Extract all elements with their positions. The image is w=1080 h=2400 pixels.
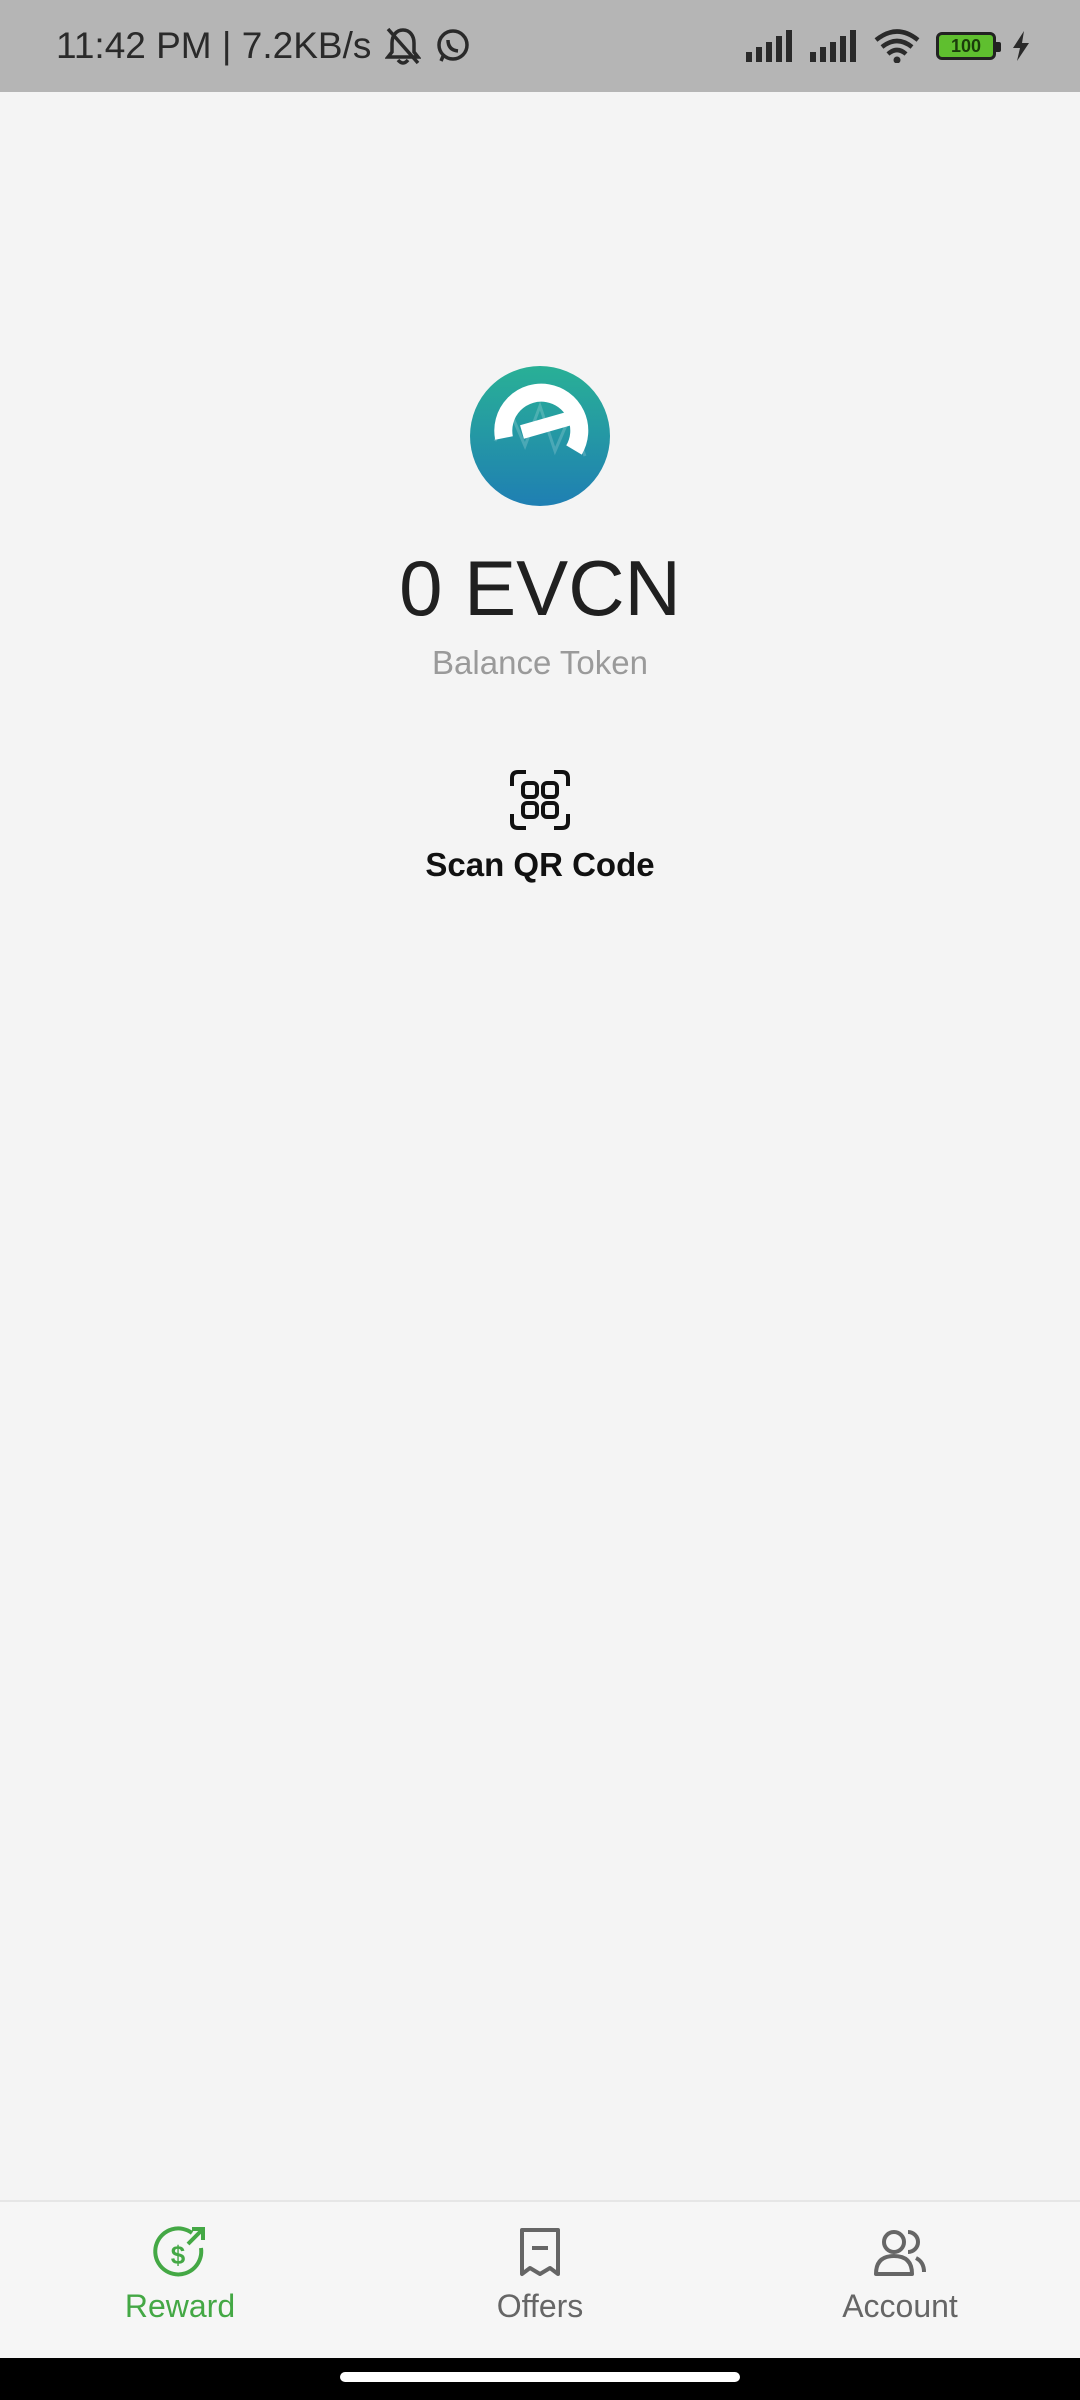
scan-qr-label: Scan QR Code [425,846,655,883]
qr-scan-icon [510,770,570,830]
home-handle[interactable] [340,2372,740,2382]
nav-label-offers: Offers [496,2288,584,2324]
status-time-speed: 11:42 PM | 7.2KB/s [56,25,372,66]
status-right: 100 [746,0,1030,92]
receipt-icon [520,2228,560,2276]
signal-icon [746,30,792,62]
users-icon [874,2230,926,2276]
battery-level: 100 [950,35,982,56]
gesture-bar [0,2358,1080,2400]
bottom-nav: $ Reward Offers Account [0,2200,1080,2360]
main-content: 0 EVCN Balance Token Scan QR Code [0,92,1080,2200]
nav-label-reward: Reward [124,2288,236,2324]
charging-bolt-icon [1013,31,1029,61]
bell-off-icon [385,27,422,65]
nav-label-account: Account [842,2288,958,2324]
balance-token-label: Balance Token [432,644,648,681]
status-bar: 11:42 PM | 7.2KB/s 100 [0,0,1080,92]
nav-item-reward[interactable]: $ Reward [60,2224,300,2344]
wifi-icon [874,29,920,63]
scan-qr-button[interactable]: Scan QR Code [390,768,690,908]
battery-icon: 100 [936,32,1001,60]
signal-icon [810,30,856,62]
nav-item-offers[interactable]: Offers [420,2224,660,2344]
token-balance: 0 EVCN [399,544,681,632]
status-left: 11:42 PM | 7.2KB/s [56,0,471,92]
svg-text:$: $ [171,2240,186,2270]
whatsapp-icon [437,29,470,62]
nav-item-account[interactable]: Account [780,2224,1020,2344]
dollar-up-arrow-icon: $ [153,2226,205,2277]
evcn-logo [470,366,610,506]
